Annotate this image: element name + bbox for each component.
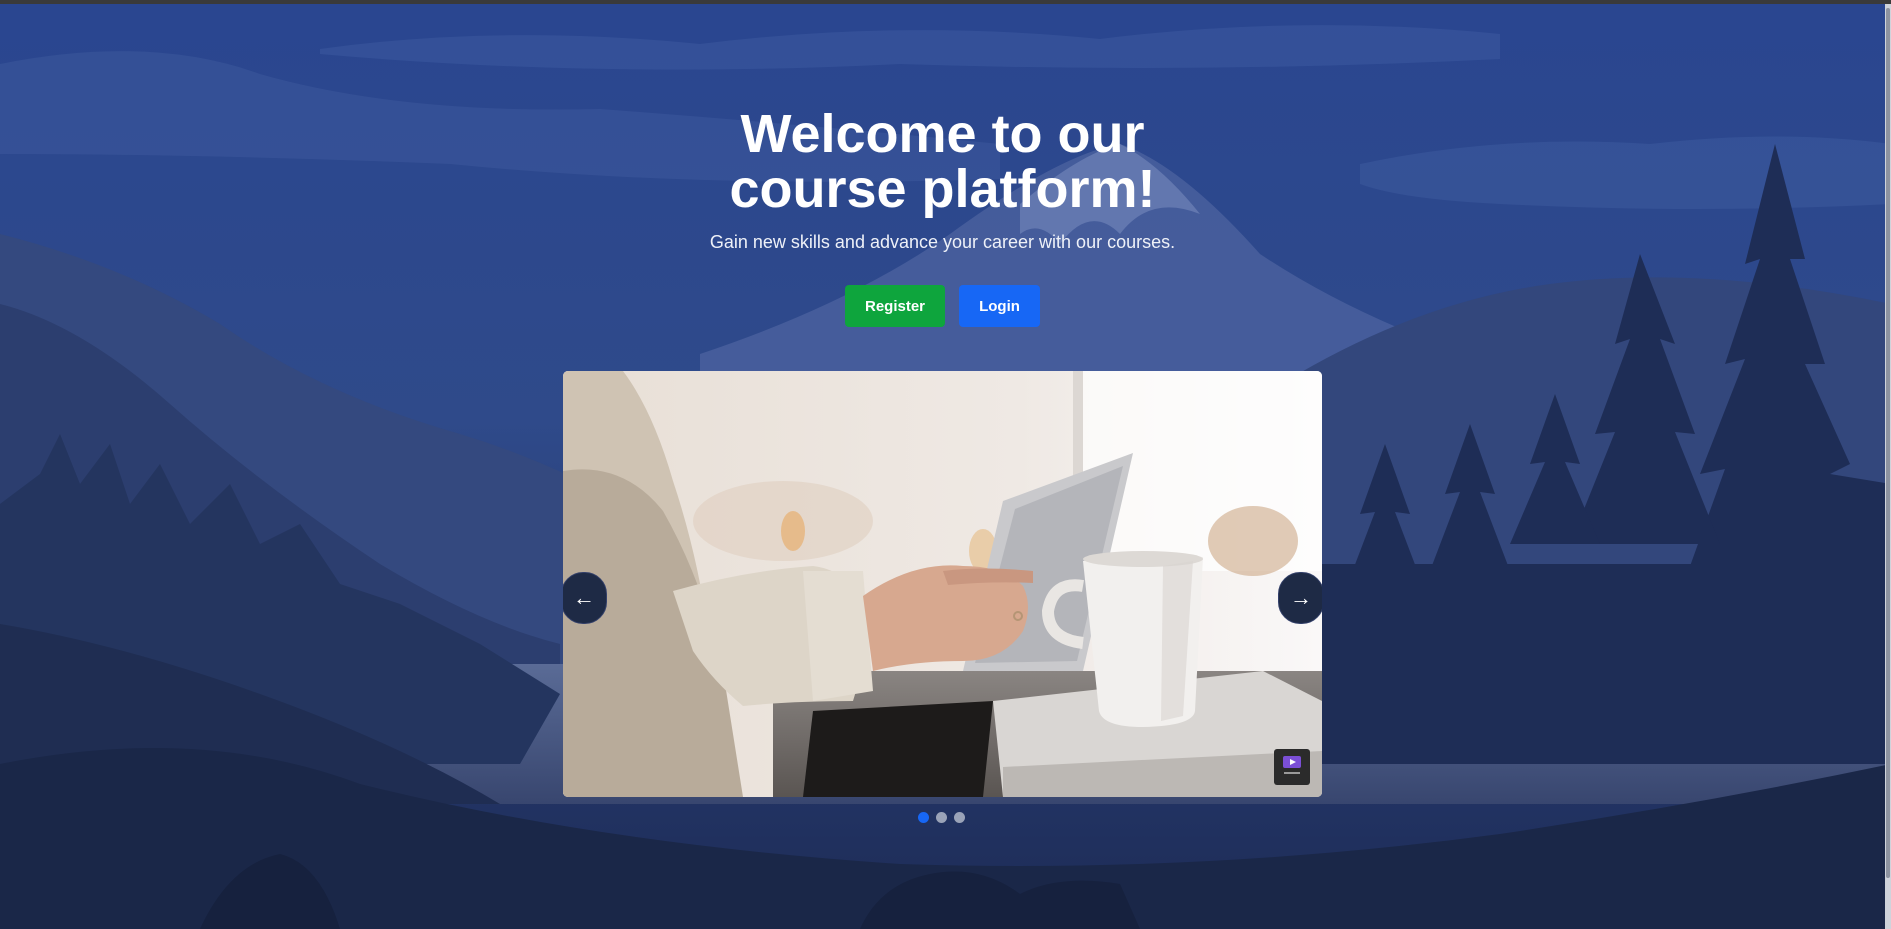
arrow-right-icon: → xyxy=(1290,585,1312,610)
carousel-dot-2[interactable] xyxy=(936,812,947,823)
arrow-left-icon: ← xyxy=(573,585,595,610)
carousel-prev-button[interactable]: ← xyxy=(563,572,607,624)
carousel-dot-3[interactable] xyxy=(954,812,965,823)
scrollbar-thumb[interactable] xyxy=(1886,8,1890,878)
carousel-slide-image xyxy=(563,371,1322,797)
pexels-logo-icon xyxy=(1274,749,1310,785)
carousel-pagination xyxy=(918,812,965,823)
title-line-1: Welcome to our xyxy=(740,104,1145,164)
title-line-2: course platform! xyxy=(729,159,1156,219)
carousel-next-button[interactable]: → xyxy=(1278,572,1322,624)
page-title: Welcome to our course platform! xyxy=(0,107,1885,217)
login-button[interactable]: Login xyxy=(959,285,1040,327)
carousel-dot-1[interactable] xyxy=(918,812,929,823)
hero-subtitle: Gain new skills and advance your career … xyxy=(709,232,1176,252)
page-scrollbar[interactable] xyxy=(1885,4,1891,929)
register-button[interactable]: Register xyxy=(845,285,945,327)
window-top-bar xyxy=(0,0,1891,4)
image-carousel: ← → xyxy=(563,371,1322,797)
